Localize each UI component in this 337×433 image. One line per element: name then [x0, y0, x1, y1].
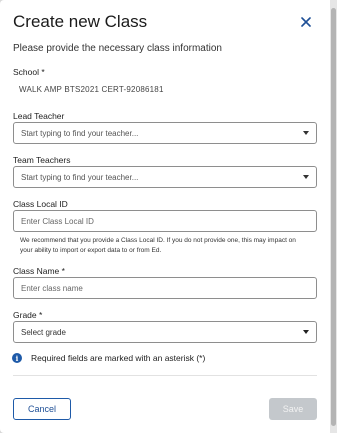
grade-label: Grade *	[13, 310, 43, 320]
class-local-id-input[interactable]	[21, 216, 309, 226]
class-local-id-label: Class Local ID	[13, 199, 68, 209]
scrollbar[interactable]	[330, 0, 337, 433]
class-name-input[interactable]	[21, 283, 309, 293]
team-teachers-placeholder: Start typing to find your teacher...	[21, 172, 139, 182]
school-label: School *	[13, 67, 45, 77]
close-icon	[301, 14, 311, 32]
class-name-label: Class Name *	[13, 266, 65, 276]
dialog-subtitle: Please provide the necessary class infor…	[13, 43, 222, 54]
required-fields-text: Required fields are marked with an aster…	[31, 353, 206, 363]
team-teachers-select[interactable]: Start typing to find your teacher...	[13, 166, 317, 188]
scrollbar-thumb[interactable]	[331, 8, 336, 426]
info-icon: i	[12, 353, 22, 363]
lead-teacher-placeholder: Start typing to find your teacher...	[21, 128, 139, 138]
required-fields-note: i Required fields are marked with an ast…	[12, 353, 205, 363]
save-button[interactable]: Save	[269, 398, 317, 420]
lead-teacher-select[interactable]: Start typing to find your teacher...	[13, 122, 317, 144]
class-name-field[interactable]	[13, 277, 317, 299]
close-button[interactable]	[297, 14, 315, 32]
chevron-down-icon[interactable]	[303, 175, 309, 179]
create-class-dialog: Create new Class Please provide the nece…	[0, 0, 330, 433]
grade-select[interactable]: Select grade	[13, 321, 317, 343]
chevron-down-icon[interactable]	[303, 330, 309, 334]
cancel-button[interactable]: Cancel	[13, 398, 71, 420]
class-local-id-field[interactable]	[13, 210, 317, 232]
grade-selected-value: Select grade	[21, 327, 66, 337]
chevron-down-icon[interactable]	[303, 131, 309, 135]
dialog-title: Create new Class	[13, 12, 148, 31]
footer-divider	[13, 375, 317, 376]
lead-teacher-label: Lead Teacher	[13, 111, 65, 121]
team-teachers-label: Team Teachers	[13, 155, 71, 165]
class-local-id-help: We recommend that you provide a Class Lo…	[20, 237, 296, 254]
school-value: WALK AMP BTS2021 CERT-92086181	[19, 85, 164, 94]
